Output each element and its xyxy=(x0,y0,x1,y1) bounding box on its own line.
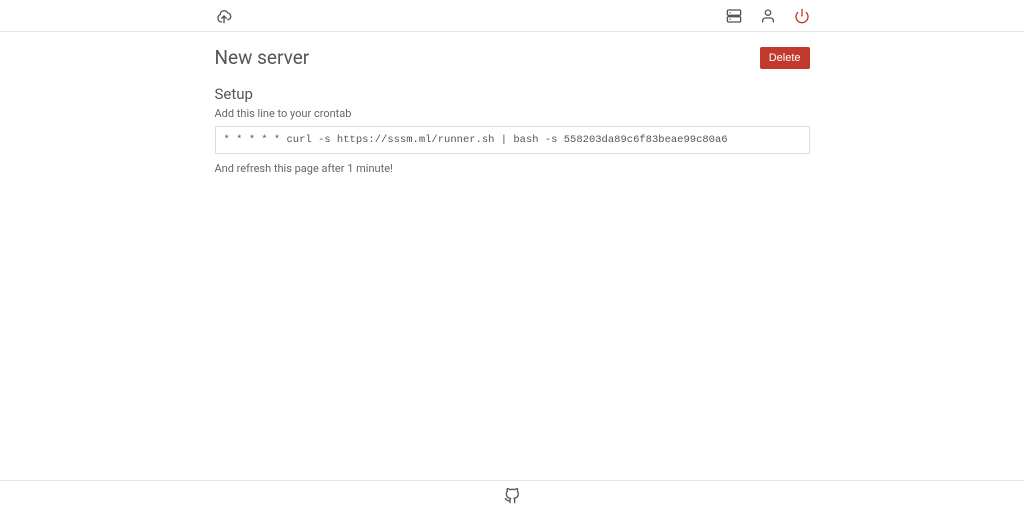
setup-instruction: Add this line to your crontab xyxy=(215,107,810,120)
main-container: New server Delete Setup Add this line to… xyxy=(215,32,810,175)
power-icon[interactable] xyxy=(794,8,810,24)
github-icon[interactable] xyxy=(504,488,520,504)
footer xyxy=(0,480,1024,510)
servers-icon[interactable] xyxy=(726,8,742,24)
user-icon[interactable] xyxy=(760,8,776,24)
delete-button[interactable]: Delete xyxy=(760,47,810,69)
header-row: New server Delete xyxy=(215,46,810,69)
page-title: New server xyxy=(215,46,310,69)
crontab-command[interactable]: * * * * * curl -s https://sssm.ml/runner… xyxy=(215,126,810,154)
navbar-right xyxy=(726,8,810,24)
logo-icon[interactable] xyxy=(215,7,233,25)
navbar-inner xyxy=(215,7,810,25)
setup-title: Setup xyxy=(215,85,810,103)
navbar-left xyxy=(215,7,233,25)
navbar xyxy=(0,0,1024,32)
setup-footer-note: And refresh this page after 1 minute! xyxy=(215,162,810,175)
